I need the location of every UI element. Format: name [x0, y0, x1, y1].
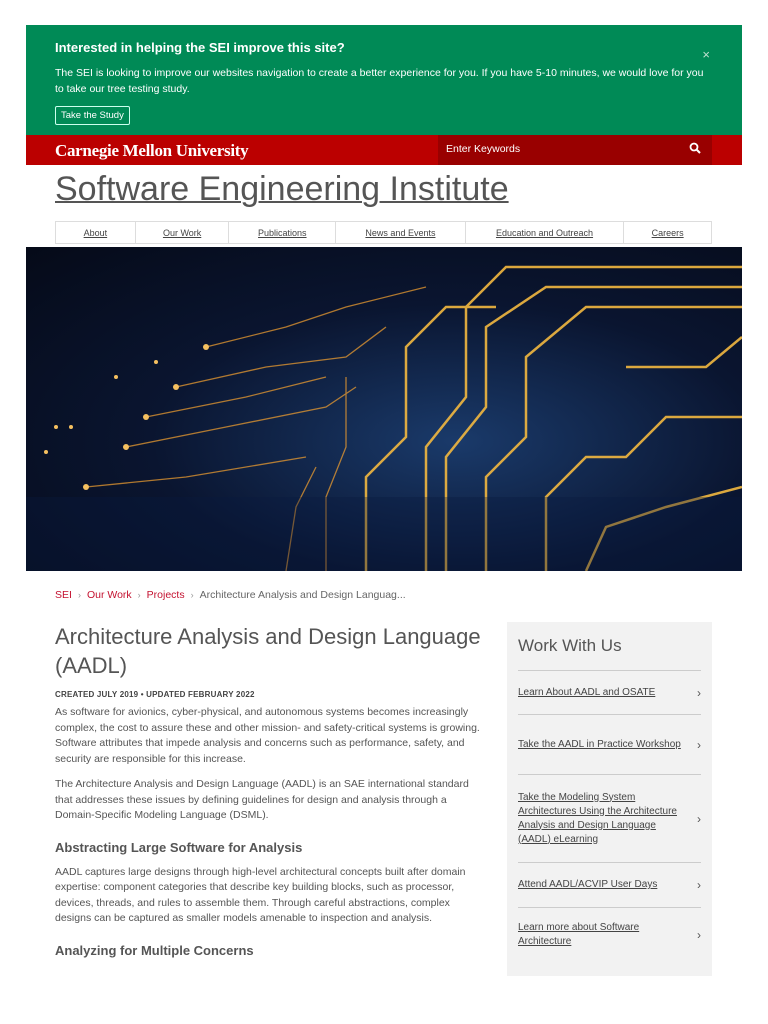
breadcrumb-our-work[interactable]: Our Work — [87, 589, 132, 601]
nav-publications[interactable]: Publications — [229, 222, 337, 243]
breadcrumb-projects[interactable]: Projects — [147, 589, 185, 601]
hero-image — [26, 247, 742, 571]
chevron-right-icon: › — [697, 928, 701, 942]
breadcrumb-current: Architecture Analysis and Design Languag… — [199, 589, 406, 601]
work-with-us-sidebar: Work With Us Learn About AADL and OSATE ›… — [507, 622, 712, 976]
nav-our-work[interactable]: Our Work — [136, 222, 230, 243]
breadcrumb: SEI › Our Work › Projects › Architecture Analy… — [55, 589, 406, 601]
chevron-right-icon: › — [697, 878, 701, 892]
nav-education-outreach[interactable]: Education and Outreach — [466, 222, 625, 243]
chevron-right-icon: › — [190, 590, 194, 600]
chevron-right-icon: › — [697, 685, 701, 700]
paragraph: The Architecture Analysis and Design Lan… — [55, 778, 469, 821]
sidebar-link-label[interactable]: Attend AADL/ACVIP User Days — [518, 878, 688, 892]
nav-about[interactable]: About — [56, 222, 136, 243]
cmu-logo[interactable]: Carnegie Mellon University — [55, 141, 249, 161]
chevron-right-icon: › — [77, 590, 81, 600]
cmu-bar: Carnegie Mellon University Enter Keyword… — [26, 135, 742, 165]
nav-news-events[interactable]: News and Events — [336, 222, 466, 243]
paragraph: As software for avionics, cyber-physical… — [55, 706, 480, 765]
sidebar-link[interactable]: Learn About AADL and OSATE › — [518, 670, 701, 714]
paragraph: AADL captures large designs through high… — [55, 865, 466, 925]
search-input[interactable]: Enter Keywords — [438, 135, 712, 165]
section-heading: Analyzing for Multiple Concerns — [55, 942, 254, 958]
sidebar-link-label[interactable]: Learn more about Software Architecture — [518, 921, 688, 949]
sidebar-link[interactable]: Attend AADL/ACVIP User Days › — [518, 862, 701, 907]
sidebar-link-label[interactable]: Learn About AADL and OSATE — [518, 686, 688, 700]
sidebar-link-label[interactable]: Take the Modeling System Architectures U… — [518, 791, 688, 847]
sidebar-title: Work With Us — [518, 636, 622, 655]
chevron-right-icon: › — [697, 811, 701, 826]
article: Architecture Analysis and Design Languag… — [55, 622, 487, 968]
circuit-board-graphic — [26, 265, 742, 571]
sidebar-link-label[interactable]: Take the AADL in Practice Workshop — [518, 738, 688, 752]
banner-title: Interested in helping the SEI improve th… — [55, 40, 345, 55]
sidebar-link[interactable]: Take the AADL in Practice Workshop › — [518, 714, 701, 774]
article-dates: CREATED JULY 2019 • UPDATED FEBRUARY 202… — [55, 690, 255, 699]
search-placeholder: Enter Keywords — [446, 143, 521, 155]
survey-banner: Interested in helping the SEI improve th… — [26, 25, 742, 135]
banner-text: The SEI is looking to improve our websit… — [55, 67, 704, 95]
section-heading: Abstracting Large Software for Analysis — [55, 839, 303, 855]
page-title: Architecture Analysis and Design Languag… — [55, 624, 481, 678]
chevron-right-icon: › — [697, 737, 701, 752]
close-icon[interactable]: × — [702, 47, 710, 62]
chevron-right-icon: › — [137, 590, 141, 600]
search-icon[interactable] — [689, 142, 702, 155]
breadcrumb-sei[interactable]: SEI — [55, 589, 72, 601]
nav-careers[interactable]: Careers — [624, 222, 711, 243]
sidebar-link[interactable]: Take the Modeling System Architectures U… — [518, 774, 701, 862]
site-title[interactable]: Software Engineering Institute — [55, 170, 509, 209]
take-study-button[interactable]: Take the Study — [55, 106, 130, 125]
sidebar-link[interactable]: Learn more about Software Architecture › — [518, 907, 701, 962]
main-nav: About Our Work Publications News and Eve… — [55, 221, 712, 244]
